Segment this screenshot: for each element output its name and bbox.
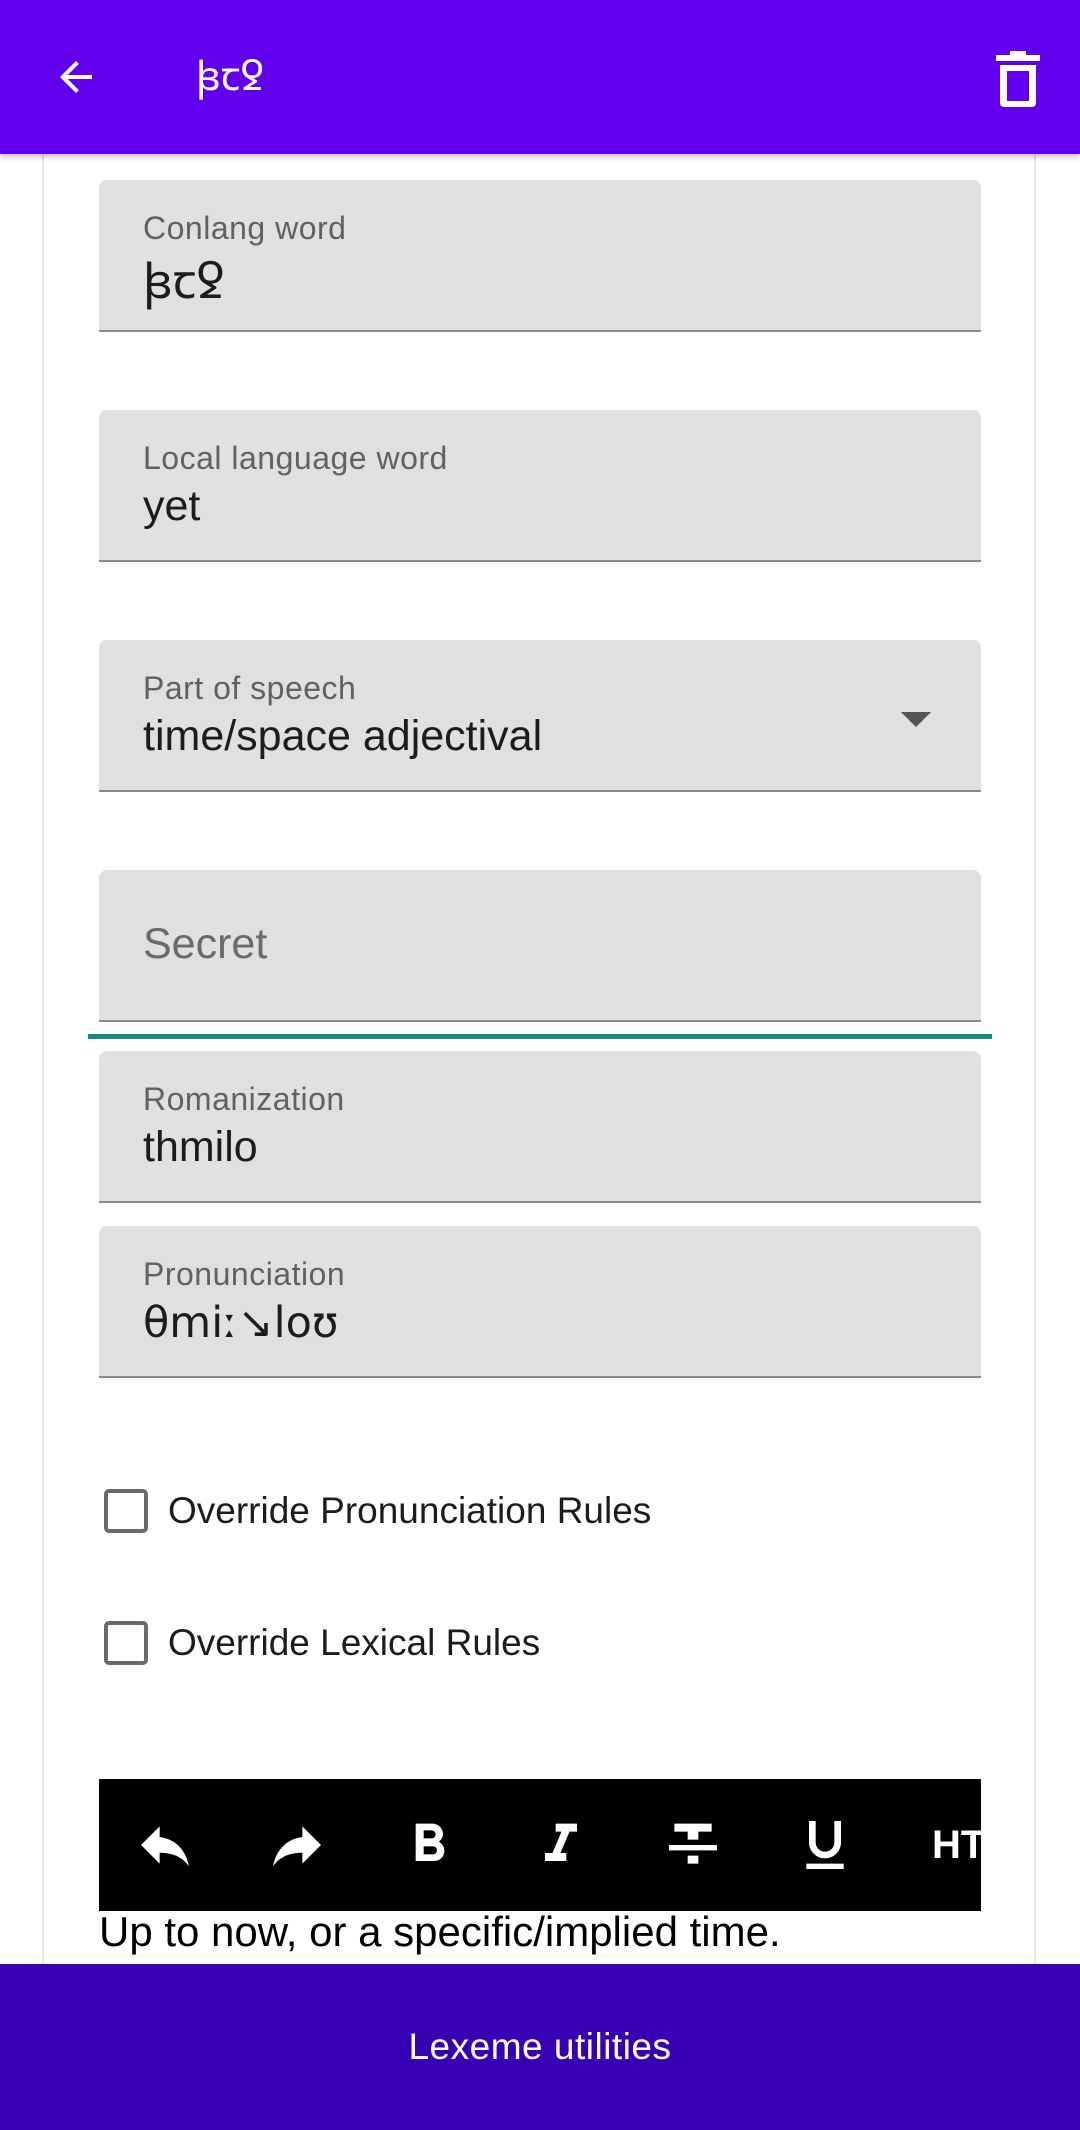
arrow-left-icon (60, 61, 92, 93)
redo-button[interactable] (242, 1779, 352, 1911)
definition-editor[interactable]: Up to now, or a specific/implied time. (99, 1908, 781, 1956)
editor-toolbar: HTML (99, 1779, 981, 1911)
trash-icon (996, 51, 1040, 107)
local-word-label: Local language word (143, 440, 448, 476)
override-lexical-checkbox[interactable] (104, 1621, 148, 1665)
secret-placeholder: Secret (143, 920, 268, 968)
conlang-word-label: Conlang word (143, 210, 347, 246)
conlang-word-field[interactable]: Conlang word ꟓꞇꝿ (99, 180, 981, 332)
italic-button[interactable] (506, 1779, 616, 1911)
pronunciation-field[interactable]: Pronunciation θmiː↘loʊ (99, 1226, 981, 1378)
override-pronunciation-checkbox[interactable] (104, 1489, 148, 1533)
override-pronunciation-label: Override Pronunciation Rules (168, 1490, 652, 1531)
local-word-value: yet (143, 482, 201, 530)
undo-icon (141, 1826, 189, 1867)
app-bar: ꟓꞇꝿ (0, 0, 1080, 154)
lexeme-utilities-label: Lexeme utilities (408, 2026, 672, 2067)
lexeme-utilities-button[interactable]: Lexeme utilities (0, 1964, 1080, 2130)
local-word-field[interactable]: Local language word yet (99, 410, 981, 562)
part-of-speech-value: time/space adjectival (143, 712, 543, 760)
page-title: ꟓꞇꝿ (196, 54, 264, 100)
override-lexical-row[interactable]: Override Lexical Rules (104, 1613, 540, 1673)
html-button[interactable]: HTML (902, 1779, 981, 1911)
html-label: HTML (932, 1822, 981, 1867)
pronunciation-value: θmiː↘loʊ (143, 1298, 339, 1348)
override-lexical-label: Override Lexical Rules (168, 1622, 541, 1663)
dropdown-arrow-icon (901, 712, 931, 727)
romanization-label: Romanization (143, 1081, 345, 1117)
redo-icon (273, 1826, 321, 1867)
conlang-word-value: ꟓꞇꝿ (143, 254, 225, 310)
back-button[interactable] (44, 45, 108, 109)
strikethrough-button[interactable] (638, 1779, 748, 1911)
override-pronunciation-row[interactable]: Override Pronunciation Rules (104, 1481, 651, 1541)
focus-indicator (88, 1034, 992, 1039)
underline-button[interactable] (770, 1779, 880, 1911)
part-of-speech-label: Part of speech (143, 670, 357, 706)
bold-icon (415, 1823, 445, 1861)
bold-button[interactable] (374, 1779, 484, 1911)
romanization-field[interactable]: Romanization thmilo (99, 1051, 981, 1203)
secret-field[interactable]: Secret (99, 870, 981, 1022)
part-of-speech-select[interactable]: Part of speech time/space adjectival (99, 640, 981, 792)
strikethrough-icon (669, 1823, 717, 1864)
romanization-value: thmilo (143, 1123, 258, 1171)
delete-button[interactable] (984, 45, 1052, 113)
italic-icon (545, 1823, 577, 1861)
pronunciation-label: Pronunciation (143, 1256, 346, 1292)
undo-button[interactable] (110, 1779, 220, 1911)
underline-icon (806, 1821, 844, 1869)
